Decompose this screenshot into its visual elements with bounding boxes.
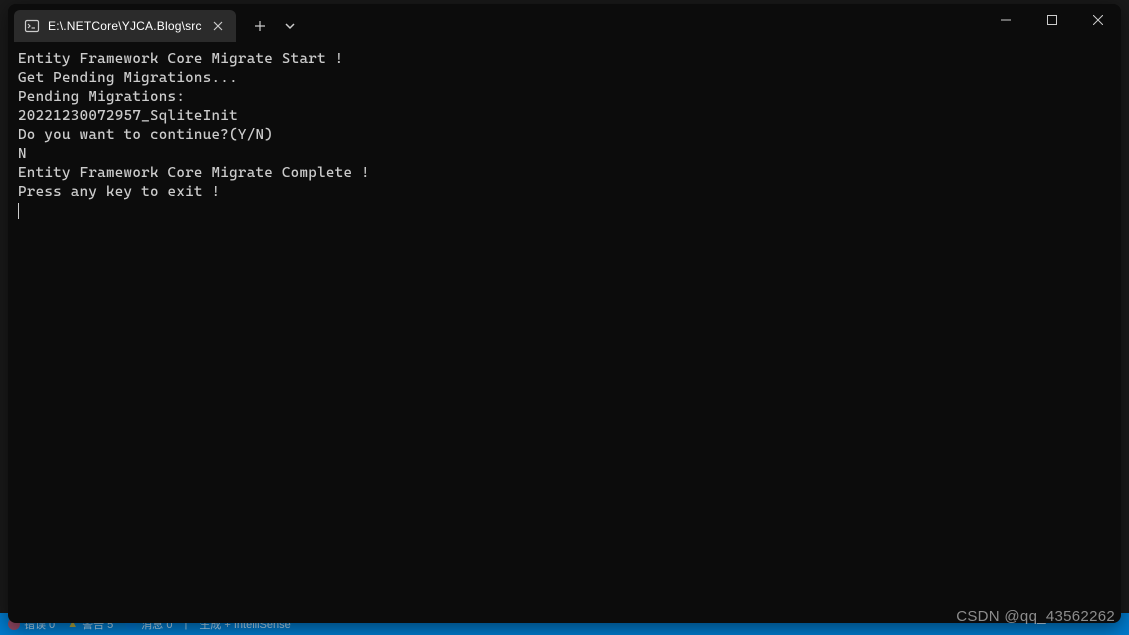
terminal-window: E:\.NETCore\YJCA.Blog\src xyxy=(8,4,1121,623)
terminal-line: N xyxy=(18,146,27,162)
terminal-line: Press any key to exit ! xyxy=(18,184,220,200)
close-window-button[interactable] xyxy=(1075,4,1121,36)
titlebar[interactable]: E:\.NETCore\YJCA.Blog\src xyxy=(8,4,1121,42)
terminal-output[interactable]: Entity Framework Core Migrate Start ! Ge… xyxy=(8,42,1121,623)
terminal-icon xyxy=(24,18,40,34)
terminal-line: Do you want to continue?(Y/N) xyxy=(18,127,273,143)
tab-title: E:\.NETCore\YJCA.Blog\src xyxy=(48,19,202,33)
tabs-area: E:\.NETCore\YJCA.Blog\src xyxy=(8,4,983,42)
new-tab-button[interactable] xyxy=(244,10,276,42)
terminal-line: 20221230072957_SqliteInit xyxy=(18,108,238,124)
terminal-tab[interactable]: E:\.NETCore\YJCA.Blog\src xyxy=(14,10,236,42)
watermark: CSDN @qq_43562262 xyxy=(956,608,1115,625)
terminal-line: Entity Framework Core Migrate Start ! xyxy=(18,51,343,67)
minimize-button[interactable] xyxy=(983,4,1029,36)
terminal-line: Get Pending Migrations... xyxy=(18,70,238,86)
close-tab-button[interactable] xyxy=(210,18,226,34)
maximize-button[interactable] xyxy=(1029,4,1075,36)
terminal-line: Pending Migrations: xyxy=(18,89,185,105)
window-controls xyxy=(983,4,1121,42)
tab-dropdown-button[interactable] xyxy=(276,10,304,42)
cursor xyxy=(18,203,19,219)
terminal-line: Entity Framework Core Migrate Complete ! xyxy=(18,165,370,181)
